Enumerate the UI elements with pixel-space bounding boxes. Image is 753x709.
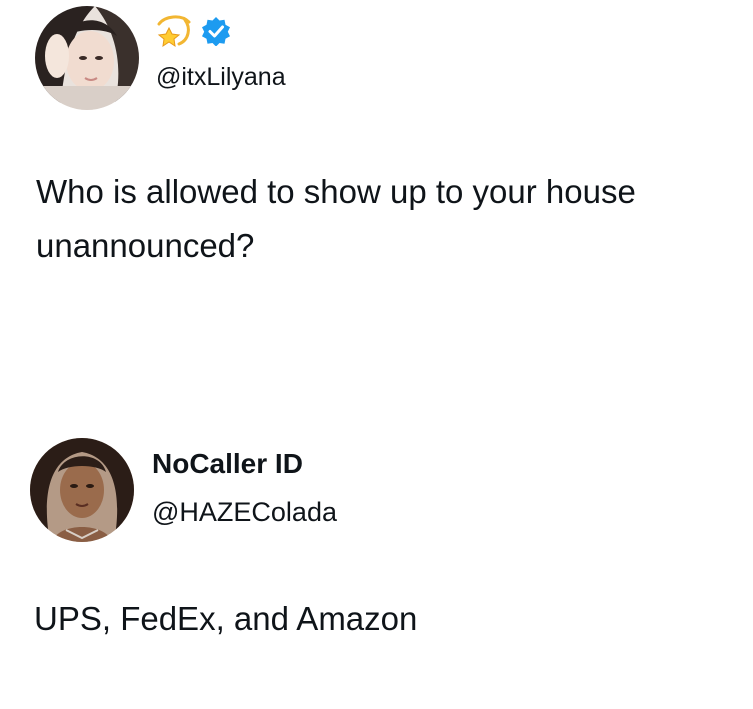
tweet-text-line-1: Who is allowed to show up to your house [36, 173, 636, 210]
avatar-photo [35, 6, 139, 110]
display-name[interactable]: NoCaller ID [152, 448, 303, 480]
avatar[interactable] [35, 6, 139, 110]
user-handle[interactable]: @HAZEColada [152, 497, 337, 528]
original-tweet: @itxLilyana Who is allowed to show up to… [0, 0, 753, 300]
tweet-text: Who is allowed to show up to your house … [36, 165, 746, 273]
reply-text: UPS, FedEx, and Amazon [34, 600, 418, 637]
verified-badge-icon [202, 17, 230, 46]
display-name-row [155, 14, 231, 48]
dizzy-star-emoji-icon [157, 15, 191, 48]
avatar[interactable] [30, 438, 134, 542]
user-handle[interactable]: @itxLilyana [156, 63, 286, 92]
tweet-text-line-2: unannounced? [36, 227, 255, 264]
avatar-photo [30, 438, 134, 542]
reply-tweet: NoCaller ID @HAZEColada UPS, FedEx, and … [0, 425, 753, 709]
